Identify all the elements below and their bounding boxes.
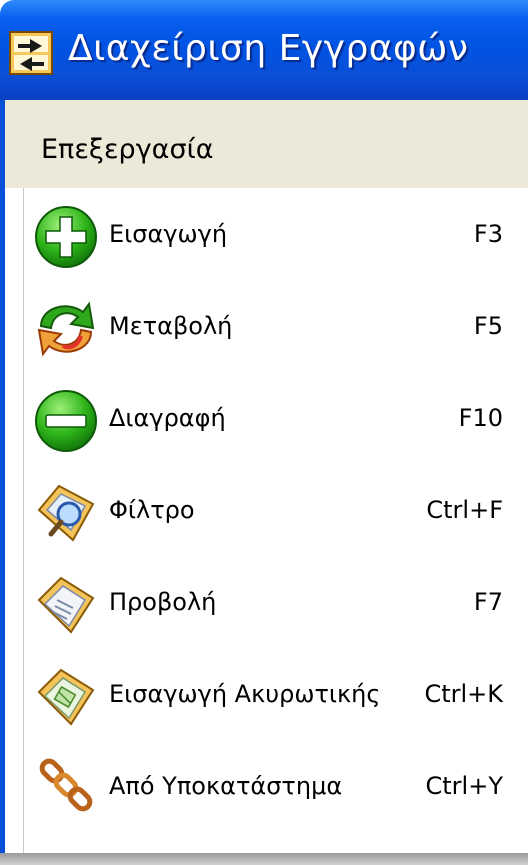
window-title: Διαχείριση Εγγραφών: [68, 28, 469, 69]
menu-bottom-shadow: [0, 853, 528, 865]
menu-item-label: Προβολή: [109, 588, 217, 616]
menu-bar: Επεξεργασία: [0, 100, 528, 188]
add-green-plus-icon: [35, 206, 97, 268]
title-bar[interactable]: Διαχείριση Εγγραφών: [0, 0, 528, 100]
record-manager-icon: [9, 31, 53, 75]
application-window: Διαχείριση Εγγραφών Επεξεργασία Εισαγωγή…: [0, 0, 528, 865]
menu-item-label: Εισαγωγή: [109, 220, 228, 248]
branch-link-icon: [39, 758, 93, 812]
delete-green-minus-icon: [35, 390, 97, 452]
menu-item-view[interactable]: Προβολή F7: [23, 556, 523, 648]
menu-item-from-branch[interactable]: Από Υποκατάστημα Ctrl+Y: [23, 740, 523, 832]
refresh-arrows-icon: [37, 301, 95, 357]
menu-item-shortcut: F5: [473, 312, 503, 340]
menu-item-delete[interactable]: Διαγραφή F10: [23, 372, 523, 464]
menu-item-label: Από Υποκατάστημα: [109, 772, 343, 800]
menu-edit[interactable]: Επεξεργασία: [41, 134, 214, 165]
menu-item-shortcut: F3: [473, 220, 503, 248]
menu-item-label: Μεταβολή: [109, 312, 233, 340]
menu-item-modify[interactable]: Μεταβολή F5: [23, 280, 523, 372]
cancel-entry-document-icon: [37, 668, 95, 726]
menu-item-shortcut: Ctrl+Y: [425, 772, 503, 800]
menu-item-filter[interactable]: Φίλτρο Ctrl+F: [23, 464, 523, 556]
menu-item-insert-cancellation[interactable]: Εισαγωγή Ακυρωτικής Ctrl+K: [23, 648, 523, 740]
menu-item-shortcut: F10: [458, 404, 503, 432]
menu-item-label: Εισαγωγή Ακυρωτικής: [109, 680, 381, 708]
filter-magnifier-icon: [37, 484, 95, 542]
menu-item-label: Φίλτρο: [109, 496, 195, 524]
menu-item-insert[interactable]: Εισαγωγή F3: [23, 188, 523, 280]
dropdown-menu: Εισαγωγή F3 Μεταβολή F5 Διαγραφή F10 Φίλ…: [0, 188, 528, 853]
menu-item-shortcut: Ctrl+K: [424, 680, 503, 708]
view-document-icon: [37, 576, 95, 634]
menu-item-label: Διαγραφή: [109, 404, 226, 432]
menu-item-shortcut: Ctrl+F: [426, 496, 503, 524]
menu-item-shortcut: F7: [473, 588, 503, 616]
